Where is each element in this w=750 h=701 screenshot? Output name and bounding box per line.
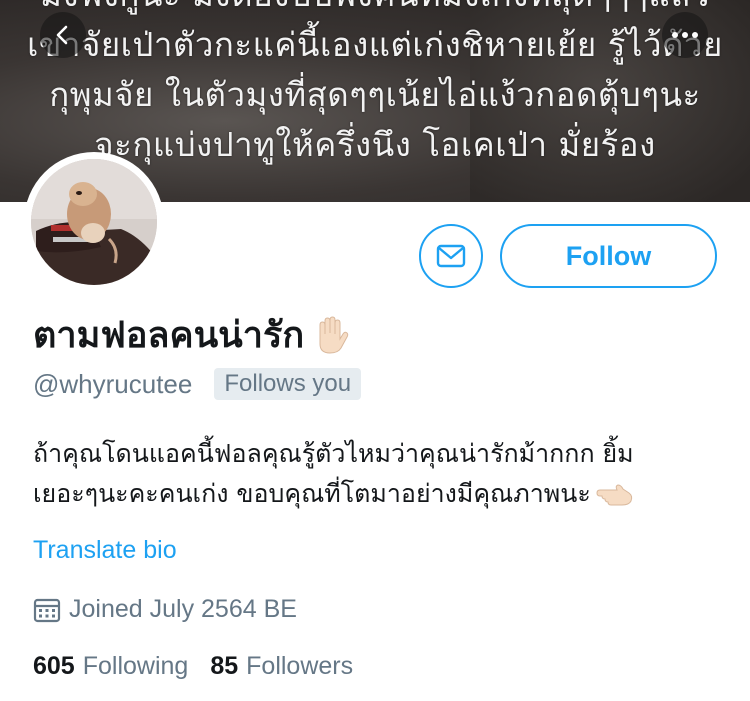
- envelope-icon: [436, 244, 466, 268]
- following-link[interactable]: 605 Following: [33, 652, 188, 681]
- bio-line: เยอะๆนะคะคนเก่ง ขอบคุณที่โตมาอย่างมีคุณภ…: [33, 474, 723, 514]
- name-row: ตามฟอลคนน่ารัก: [33, 306, 350, 363]
- banner-line: มึงฟังกูนะ มึงต้องปีปฟังคนที่มึงเก่งที่ส…: [0, 0, 750, 20]
- follow-button[interactable]: Follow: [500, 224, 717, 288]
- followers-count: 85: [210, 652, 239, 680]
- translate-bio-link[interactable]: Translate bio: [33, 536, 177, 565]
- followers-link[interactable]: 85 Followers: [210, 652, 353, 681]
- display-name: ตามฟอลคนน่ารัก: [33, 315, 305, 356]
- follow-counts: 605 Following 85 Followers: [33, 652, 353, 681]
- joined-row: Joined July 2564 BE: [33, 595, 297, 624]
- raised-hand-icon: [310, 315, 350, 355]
- following-count: 605: [33, 652, 75, 680]
- bio-text: เยอะๆนะคะคนเก่ง ขอบคุณที่โตมาอย่างมีคุณภ…: [33, 479, 591, 508]
- banner-text: มึงฟังกูนะ มึงต้องปีปฟังคนที่มึงเก่งที่ส…: [0, 0, 750, 170]
- follows-you-badge: Follows you: [214, 368, 362, 400]
- chevron-left-icon: [56, 25, 68, 45]
- back-button[interactable]: [40, 12, 86, 58]
- followers-label: Followers: [246, 652, 354, 680]
- bio: ถ้าคุณโดนแอคนี้ฟอลคุณรู้ตัวไหมว่าคุณน่าร…: [33, 434, 723, 514]
- bio-line: ถ้าคุณโดนแอคนี้ฟอลคุณรู้ตัวไหมว่าคุณน่าร…: [33, 434, 723, 474]
- banner-line: เขาจัยเป่าตัวกะแค่นี้เองแต่เก่งชิหายเย้ย…: [27, 25, 723, 64]
- user-handle: @whyrucutee: [33, 368, 193, 399]
- handle-row: @whyrucutee Follows you: [33, 368, 362, 400]
- avatar-image: [31, 159, 157, 285]
- avatar[interactable]: [24, 152, 164, 292]
- more-options-button[interactable]: [662, 12, 708, 58]
- pointing-hand-icon: [595, 481, 635, 507]
- bio-text: ถ้าคุณโดนแอคนี้ฟอลคุณรู้ตัวไหมว่าคุณน่าร…: [33, 439, 634, 468]
- following-label: Following: [82, 652, 189, 680]
- calendar-icon: [33, 598, 61, 622]
- joined-date: Joined July 2564 BE: [69, 595, 297, 623]
- more-horizontal-icon: [672, 32, 698, 38]
- message-button[interactable]: [419, 224, 483, 288]
- banner-line: กุพุมจัย ในตัวมุงที่สุดๆๆเน้ยไอ่แง้วกอดต…: [49, 75, 701, 114]
